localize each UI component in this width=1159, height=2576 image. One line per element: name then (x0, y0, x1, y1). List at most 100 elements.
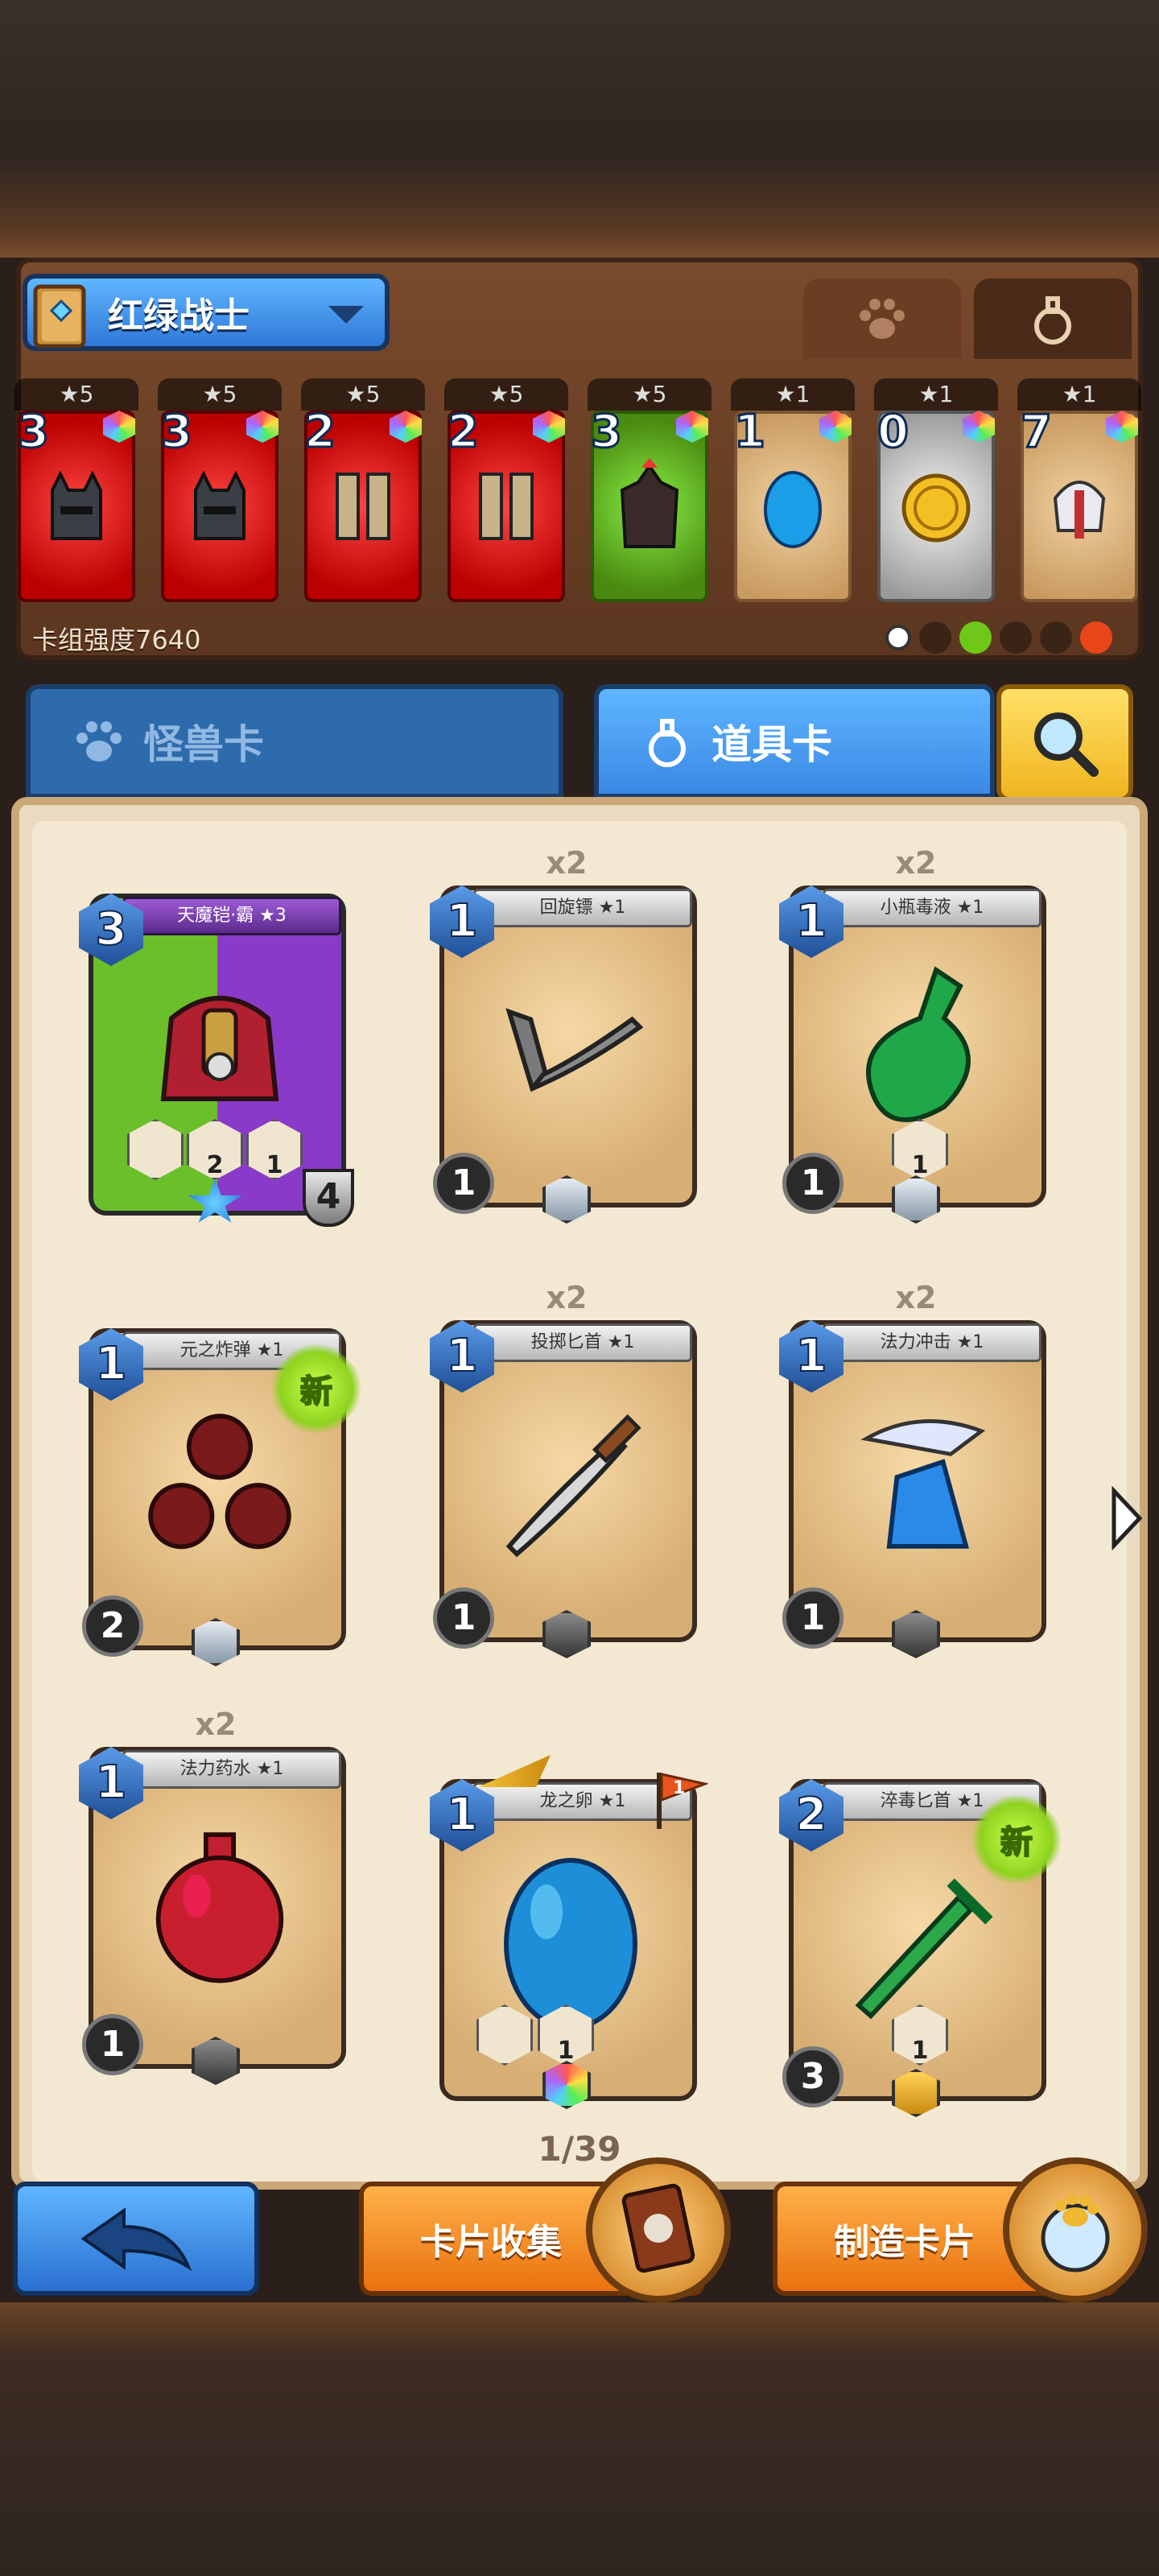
card-item[interactable]: 天魔铠·霸 ★3 3 2 1 4 (79, 853, 354, 1232)
deck-card-count: 3 (590, 405, 624, 460)
new-badge-label: 新 (1000, 1823, 1033, 1862)
energy-cost: 1 (782, 1153, 843, 1214)
armor-value: 4 (303, 1169, 354, 1227)
craft-card-badge-icon (1003, 2157, 1148, 2302)
energy-cost: 3 (782, 2046, 843, 2107)
card-item[interactable]: x2 小瓶毒液 ★1 1 1 1 (779, 845, 1053, 1224)
paw-icon (860, 299, 905, 339)
beast-icon[interactable] (1040, 621, 1072, 654)
paw-icon (76, 721, 122, 762)
tab-monster-label: 怪兽卡 (143, 721, 264, 768)
skill-gem-value: 1 (911, 1151, 929, 1179)
card-item[interactable]: x2 回旋镖 ★1 1 1 (430, 845, 703, 1224)
energy-cost: 1 (782, 1587, 843, 1649)
tab-item-cards[interactable]: 道具卡 (594, 684, 995, 799)
armored-boots-icon (336, 473, 390, 540)
deck-card[interactable]: ★5 3 (14, 378, 138, 612)
card-name: 小瓶毒液 ★1 (823, 889, 1041, 927)
deck-name: 红绿战士 (108, 295, 250, 336)
tab-item-filter[interactable] (974, 279, 1132, 359)
deck-card-row: ★5 3 ★5 3 ★5 2 ★5 2 ★5 3 ★1 1 ★1 0 ★1 7 (14, 378, 1145, 612)
poison-dagger-icon (835, 1843, 1004, 2029)
card-collection-badge-icon (586, 2157, 731, 2302)
bombs-icon (135, 1393, 304, 1578)
next-page-button[interactable] (1109, 1486, 1145, 1550)
card-collection-label: 卡片收集 (420, 2222, 562, 2263)
deck-card[interactable]: ★1 7 (1017, 378, 1141, 612)
tab-item-label: 道具卡 (711, 721, 832, 768)
claw-icon[interactable] (1000, 621, 1032, 654)
potion-icon (649, 719, 686, 767)
rarity-filter-icons (885, 621, 1112, 654)
deck-card-count: 2 (303, 405, 337, 460)
flag-value: 1 (673, 1778, 685, 1798)
top-wood-background (0, 0, 1159, 258)
deck-card[interactable]: ★5 3 (158, 378, 282, 612)
deck-card[interactable]: ★5 3 (588, 378, 711, 612)
horned-helmet-icon (51, 470, 102, 540)
dagger-icon (486, 1385, 655, 1570)
blue-egg-icon (764, 471, 822, 548)
dragon-egg-icon (486, 1843, 655, 2030)
deck-card-count: 0 (876, 405, 910, 460)
horned-helmet-icon (194, 470, 245, 540)
copies-label: x2 (195, 1707, 237, 1742)
deck-power: 卡组强度7640 (32, 625, 201, 655)
deck-card[interactable]: ★5 2 (301, 378, 425, 612)
gold-coin-icon (901, 473, 971, 543)
energy-cost: 1 (433, 1587, 494, 1649)
card-item[interactable]: 龙之卵 ★1 1 1 1 (430, 1739, 710, 2117)
flag-icon: 1 (652, 1768, 710, 1832)
skill-gem-value: 2 (206, 1151, 224, 1179)
leaf-icon[interactable] (959, 621, 992, 654)
copies-label: x2 (895, 845, 937, 881)
fire-icon[interactable] (1080, 621, 1112, 654)
deck-card[interactable]: ★1 1 (731, 378, 855, 612)
armored-boots-icon (479, 473, 534, 540)
card-item[interactable]: 淬毒匕首 ★1 2 新 1 3 (779, 1739, 1077, 2117)
card-item[interactable]: 元之炸弹 ★1 1 新 2 (79, 1288, 377, 1666)
card-name: 法力药水 ★1 (122, 1750, 341, 1789)
red-potion-icon (135, 1811, 304, 1996)
poison-bottle-icon (835, 950, 1004, 1135)
back-button[interactable] (13, 2182, 259, 2296)
dark-armor-icon (620, 458, 679, 548)
deck-card-count: 1 (733, 405, 767, 460)
skill-gem-value: 1 (266, 1151, 283, 1179)
chevron-down-icon (328, 306, 364, 324)
page-indicator: 1/39 (538, 2129, 621, 2169)
deck-card-count: 3 (160, 405, 194, 460)
card-item[interactable]: x2 投掷匕首 ★1 1 1 (430, 1280, 703, 1658)
card-item[interactable]: x2 法力冲击 ★1 1 1 (779, 1280, 1053, 1658)
deck-card-count: 3 (17, 405, 51, 460)
tab-monster-cards[interactable]: 怪兽卡 (26, 684, 563, 799)
deck-card[interactable]: ★1 0 (874, 378, 998, 612)
search-button[interactable] (996, 684, 1133, 802)
tab-monster-filter[interactable] (803, 279, 961, 359)
copies-label: x2 (895, 1280, 937, 1315)
bottom-wood-background (0, 2302, 1159, 2576)
copies-label: x2 (546, 845, 588, 881)
skill-gem-value: 1 (911, 2037, 929, 2065)
demon-armor-icon (135, 958, 304, 1143)
craft-card-label: 制造卡片 (834, 2222, 975, 2263)
deck-card-count: 7 (1020, 405, 1054, 460)
new-badge-label: 新 (299, 1373, 333, 1411)
boomerang-icon (486, 950, 655, 1135)
energy-cost: 1 (433, 1153, 494, 1214)
card-name: 法力冲击 ★1 (823, 1323, 1041, 1362)
deck-card-count: 2 (447, 405, 481, 460)
energy-cost: 1 (82, 2014, 143, 2075)
card-name: 投掷匕首 ★1 (473, 1323, 692, 1362)
card-item[interactable]: x2 法力药水 ★1 1 1 (79, 1707, 353, 2085)
deck-card[interactable]: ★5 2 (444, 378, 568, 612)
fist-icon[interactable] (919, 621, 951, 654)
deck-selector[interactable]: 红绿战士 (23, 274, 390, 351)
deck-book-icon (19, 270, 108, 359)
white-dot-icon[interactable] (885, 625, 911, 650)
copies-label: x2 (546, 1280, 588, 1315)
search-icon (1034, 712, 1099, 777)
winged-helmet-icon (1053, 481, 1106, 539)
potion-icon (1034, 296, 1071, 345)
skill-gem-value: 1 (557, 2037, 575, 2065)
